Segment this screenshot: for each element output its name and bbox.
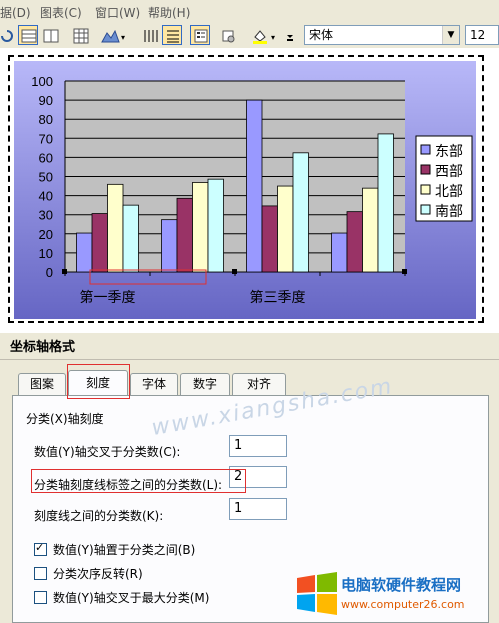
fill-color-icon[interactable]: ▾ [248, 25, 280, 45]
y-tick-label: 100 [31, 74, 53, 89]
bar[interactable] [122, 204, 139, 273]
y-tick-label: 0 [46, 265, 53, 280]
chevron-down-icon[interactable]: ▼ [442, 26, 459, 44]
bar[interactable] [161, 219, 178, 273]
font-name-value: 宋体 [309, 28, 334, 42]
menu-chart[interactable]: 图表(C) [40, 4, 82, 21]
logo-url: www.computer26.com [341, 598, 465, 611]
bar[interactable] [346, 211, 363, 273]
checkbox-between-categories-label: 数值(Y)轴置于分类之间(B) [53, 543, 196, 557]
red-highlight-scale-tab [67, 364, 130, 399]
format-object-icon[interactable] [218, 25, 238, 45]
legend-label: 南部 [435, 204, 463, 220]
bar[interactable] [192, 182, 209, 273]
bar[interactable] [362, 187, 379, 273]
bar[interactable] [277, 185, 294, 273]
legend-swatch [420, 144, 431, 155]
bar[interactable] [107, 183, 124, 273]
checkbox-reverse-order[interactable]: 分类次序反转(R) [34, 565, 143, 582]
y-tick-label: 50 [39, 170, 53, 185]
by-row-icon[interactable] [162, 25, 182, 45]
bar[interactable] [207, 178, 224, 273]
svg-text:▾: ▾ [271, 33, 275, 42]
menu-window[interactable]: 窗口(W) [95, 4, 140, 21]
legend-icon[interactable] [190, 25, 210, 45]
y-tick-label: 30 [39, 208, 53, 223]
checkbox-crosses-at-max[interactable]: 数值(Y)轴交叉于最大分类(M) [34, 589, 209, 606]
axis-handle-left[interactable] [62, 269, 67, 274]
bar[interactable] [292, 152, 309, 273]
bar[interactable] [246, 99, 263, 273]
y-tick-label: 90 [39, 93, 53, 108]
axis-handle-right[interactable] [402, 269, 407, 274]
font-size-value: 12 [470, 28, 486, 42]
y-tick-label: 80 [39, 112, 53, 127]
bar[interactable] [261, 205, 278, 273]
windows-logo-icon [297, 572, 337, 615]
x-tick-label: 第一季度 [80, 289, 136, 306]
bar[interactable] [91, 213, 108, 273]
chart-type-table-icon[interactable] [18, 25, 38, 45]
tab-patterns[interactable]: 图案 [18, 373, 66, 395]
legend-label: 北部 [435, 184, 463, 200]
section-category-axis-scale: 分类(X)轴刻度 [26, 412, 104, 426]
crosses-at-label: 数值(Y)轴交叉于分类数(C): [34, 445, 181, 459]
y-tick-label: 20 [39, 227, 53, 242]
legend-swatch [420, 164, 431, 175]
checkbox-crosses-at-max-label: 数值(Y)轴交叉于最大分类(M) [53, 591, 210, 605]
checkbox-reverse-order-label: 分类次序反转(R) [53, 567, 143, 581]
checkbox-unchecked-icon[interactable] [34, 567, 47, 580]
bar-chart[interactable]: 0 10 20 30 40 50 60 70 80 90 100 第一季度 第三季度 东部西部北部南部 [0, 48, 499, 333]
menu-bar: 据(D) 图表(C) 窗口(W) 帮助(H) [0, 0, 499, 23]
logo-title: 电脑软硬件教程网 [341, 576, 462, 594]
crosses-at-input[interactable]: 1 [229, 435, 287, 457]
legend-label: 东部 [435, 144, 463, 160]
bar[interactable] [76, 232, 93, 273]
y-tick-label: 70 [39, 131, 53, 146]
checkbox-unchecked-icon[interactable] [34, 591, 47, 604]
menu-help[interactable]: 帮助(H) [148, 4, 190, 21]
font-size-select[interactable]: 12 [465, 25, 499, 45]
bar[interactable] [331, 232, 348, 273]
x-tick-label: 第三季度 [250, 289, 306, 306]
data-table-icon[interactable] [40, 25, 60, 45]
toolbar-overflow-icon[interactable] [284, 25, 294, 45]
axis-handle-mid[interactable] [232, 269, 237, 274]
tab-font[interactable]: 字体 [130, 373, 178, 395]
legend-label: 西部 [435, 164, 463, 180]
legend-swatch [420, 204, 431, 215]
red-highlight-label-interval [31, 469, 246, 493]
tick-interval-label: 刻度线之间的分类数(K): [34, 509, 164, 523]
font-name-select[interactable]: 宋体 ▼ [304, 25, 460, 45]
tab-alignment[interactable]: 对齐 [232, 373, 286, 395]
legend-swatch [420, 184, 431, 195]
chart-toolbar: ▾ ▾ 宋体 ▼ 12 [0, 22, 499, 49]
menu-data[interactable]: 据(D) [0, 4, 31, 21]
checkbox-between-categories[interactable]: 数值(Y)轴置于分类之间(B) [34, 541, 195, 558]
undo-icon[interactable] [0, 25, 16, 45]
y-tick-label: 40 [39, 189, 53, 204]
y-tick-label: 60 [39, 150, 53, 165]
svg-text:▾: ▾ [121, 33, 125, 42]
chart-area: 0 10 20 30 40 50 60 70 80 90 100 第一季度 第三季度 东部西部北部南部 [0, 48, 499, 333]
dialog-title: 坐标轴格式 [0, 336, 499, 360]
grid-table-icon[interactable] [70, 25, 90, 45]
bar[interactable] [377, 133, 394, 273]
y-tick-label: 10 [39, 246, 53, 261]
site-logo: 电脑软硬件教程网 www.computer26.com [293, 566, 499, 623]
tab-number[interactable]: 数字 [180, 373, 230, 395]
tick-interval-input[interactable]: 1 [229, 498, 287, 520]
chart-type-mountain-icon[interactable]: ▾ [98, 25, 128, 45]
checkbox-checked-icon[interactable] [34, 541, 47, 556]
bar[interactable] [176, 197, 193, 273]
by-column-icon[interactable] [140, 25, 160, 45]
